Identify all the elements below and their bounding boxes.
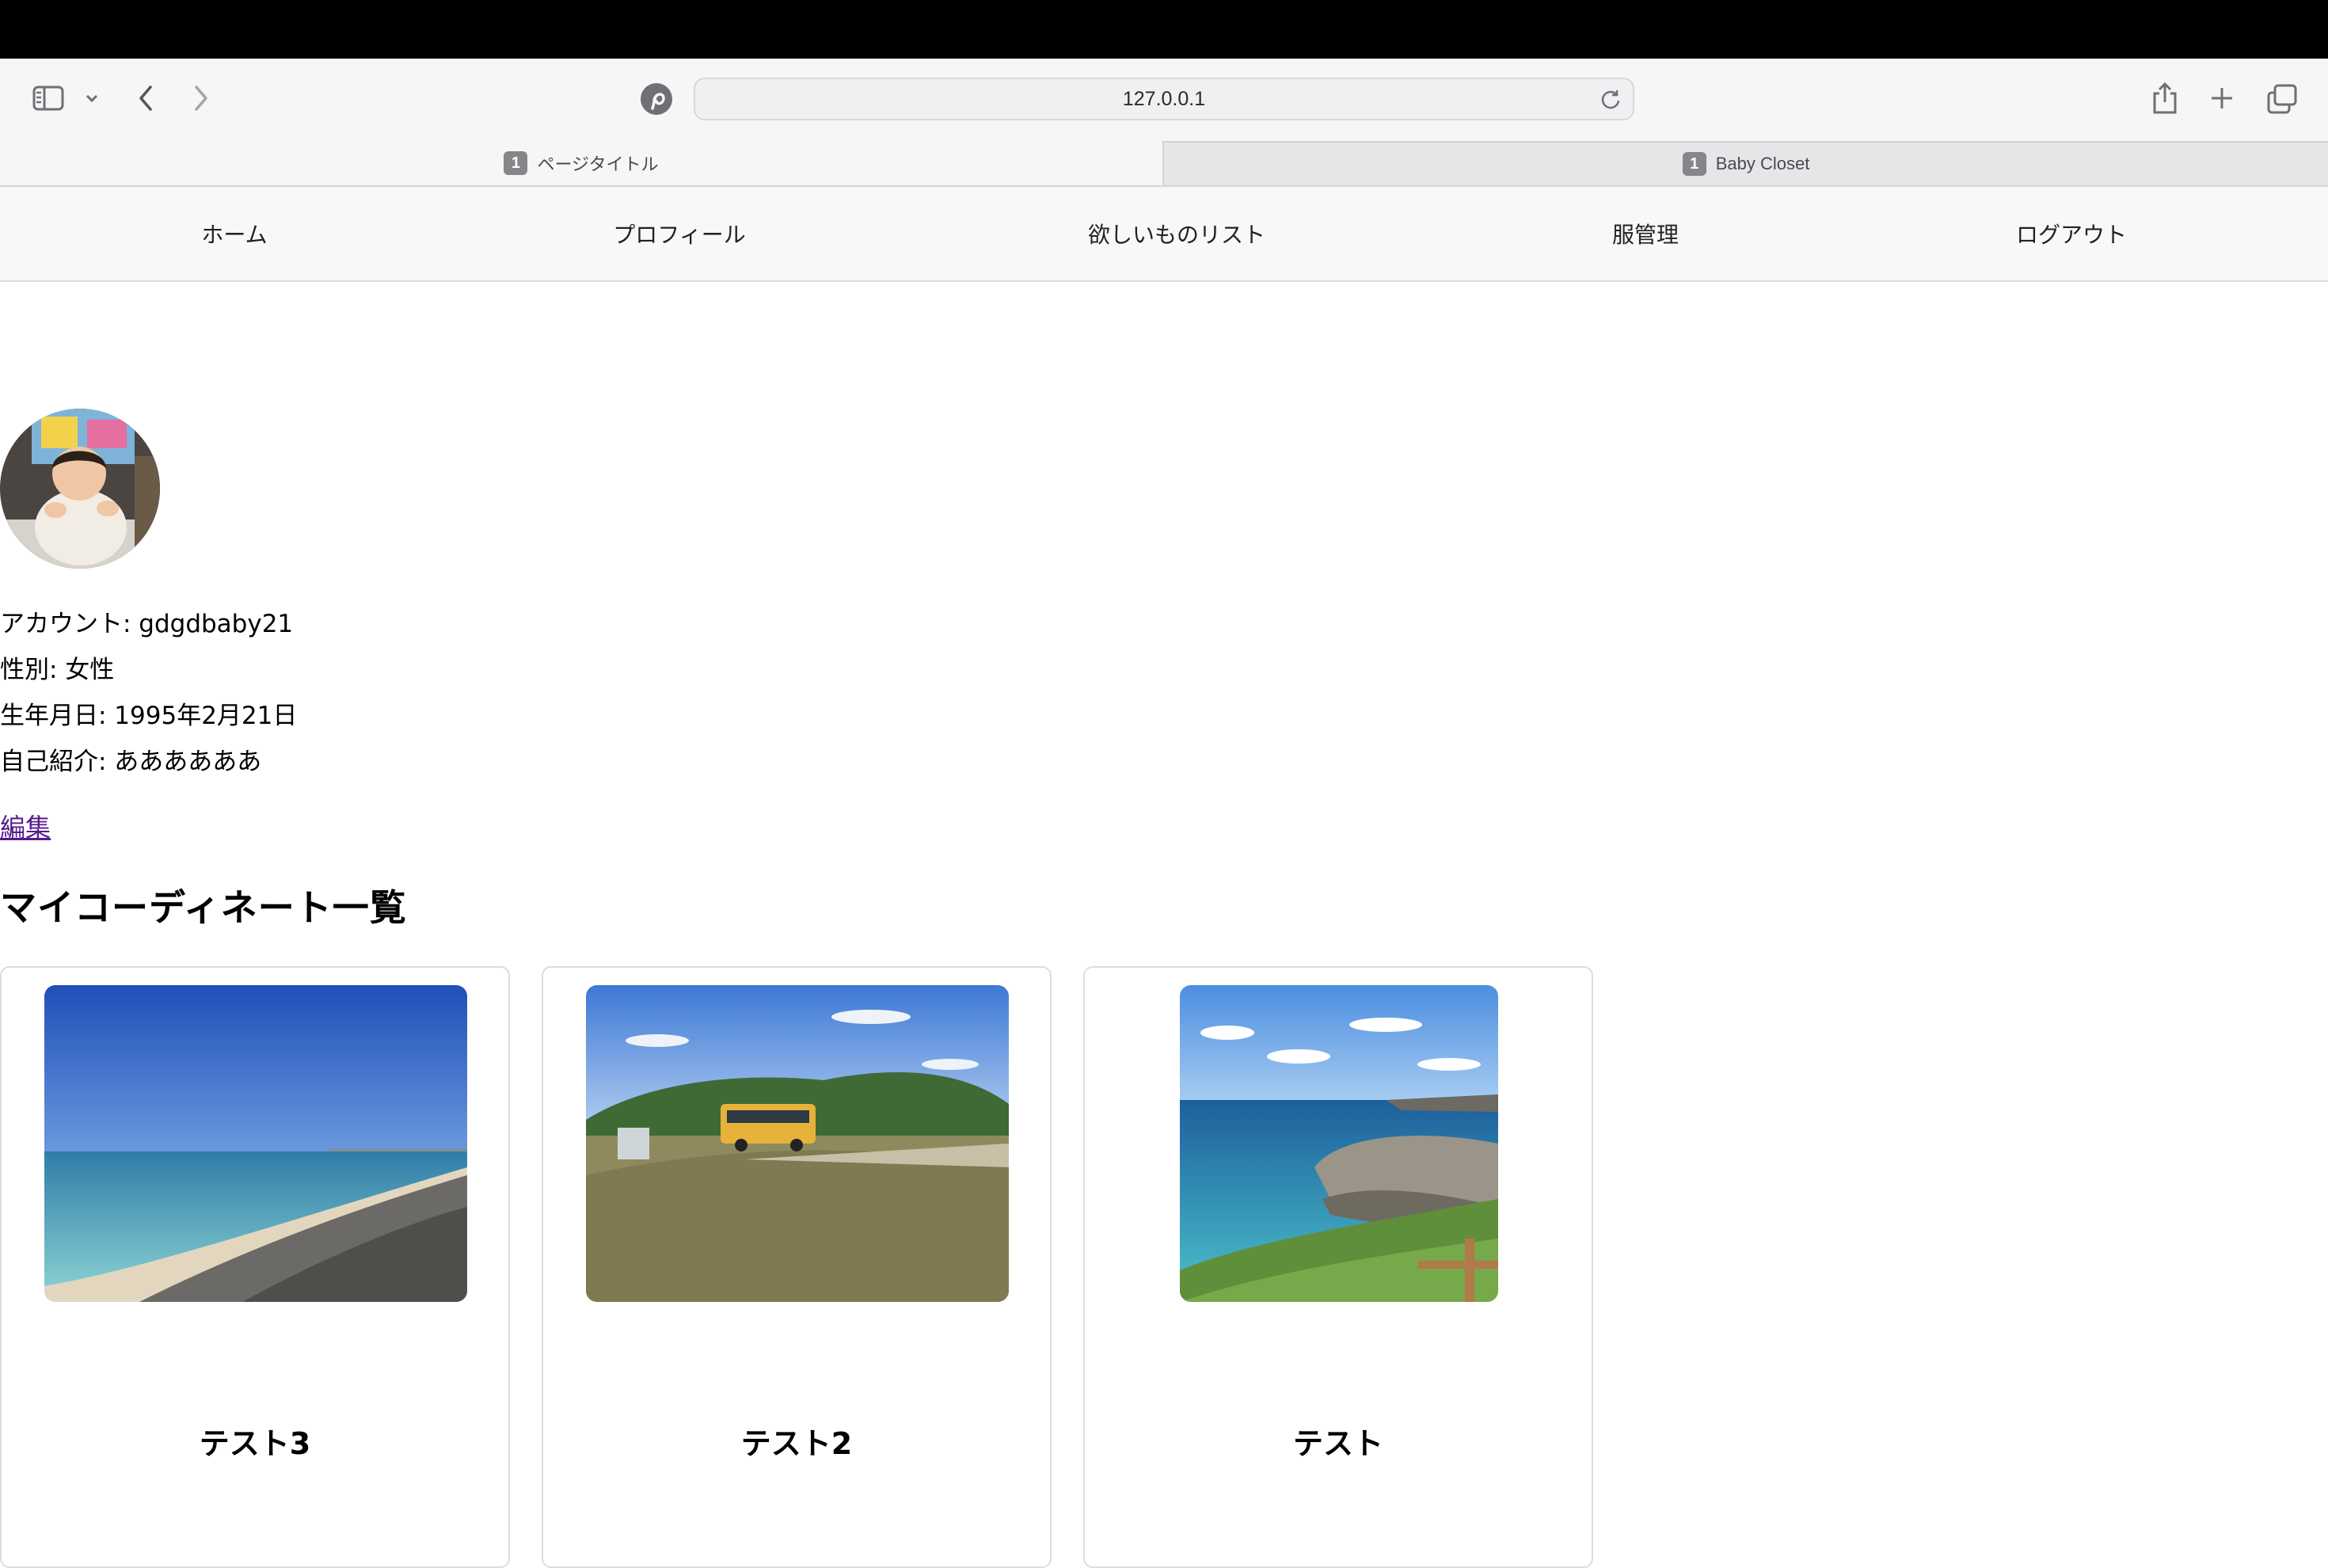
profile-bio: 自己紹介: ああああああ	[0, 748, 262, 776]
share-icon[interactable]	[2147, 79, 2182, 117]
address-url: 127.0.0.1	[1122, 87, 1206, 110]
pinterest-icon[interactable]	[638, 81, 675, 117]
profile-gender: 性別: 女性	[0, 656, 115, 684]
tab-count-badge: 1	[504, 151, 528, 175]
nav-wishlist[interactable]: 欲しいものリスト	[1058, 187, 1295, 280]
address-bar[interactable]: 127.0.0.1	[694, 78, 1634, 120]
coordinate-card[interactable]	[542, 966, 1052, 1568]
nav-logout[interactable]: ログアウト	[1992, 187, 2151, 280]
park-bus-photo	[586, 985, 1009, 1302]
edit-profile-link[interactable]: 編集	[0, 808, 51, 844]
coordinate-card[interactable]	[1083, 966, 1593, 1568]
nav-profile[interactable]: プロフィール	[584, 187, 774, 280]
chevron-down-icon[interactable]	[82, 89, 101, 108]
tab-page-title[interactable]: 1 ページタイトル	[0, 141, 1162, 185]
nav-clothes[interactable]: 服管理	[1574, 187, 1717, 280]
profile-account: アカウント: gdgdbaby21	[0, 610, 294, 638]
coordinate-card-title: テスト3	[199, 1426, 311, 1461]
coordinate-card-title: テスト2	[740, 1426, 853, 1461]
tabs-overview-icon[interactable]	[2265, 82, 2299, 116]
tab-label: ページタイトル	[537, 155, 659, 175]
tab-baby-closet[interactable]: 1 Baby Closet	[1162, 141, 2328, 185]
system-menu-bar	[0, 0, 2328, 59]
coordinate-card[interactable]	[0, 966, 510, 1568]
tab-label: Baby Closet	[1715, 154, 1810, 173]
coordinates-heading: マイコーディネート一覧	[0, 886, 407, 929]
plus-icon[interactable]	[2206, 82, 2238, 114]
coordinate-card-title: テスト	[1292, 1426, 1383, 1461]
forward-icon[interactable]	[187, 82, 215, 114]
tab-count-badge: 1	[1682, 152, 1706, 176]
profile-birthday: 生年月日: 1995年2月21日	[0, 702, 298, 730]
tab-bar: 1 ページタイトル 1 Baby Closet	[0, 141, 2328, 187]
back-icon[interactable]	[131, 82, 160, 114]
sidebar-icon[interactable]	[30, 82, 67, 114]
coast-rocks-photo	[1180, 985, 1498, 1302]
beach-photo	[44, 985, 467, 1302]
avatar	[0, 409, 160, 569]
reload-icon[interactable]	[1600, 89, 1622, 114]
site-navigation: ホーム プロフィール 欲しいものリスト 服管理 ログアウト	[0, 187, 2328, 282]
nav-home[interactable]: ホーム	[155, 187, 314, 280]
